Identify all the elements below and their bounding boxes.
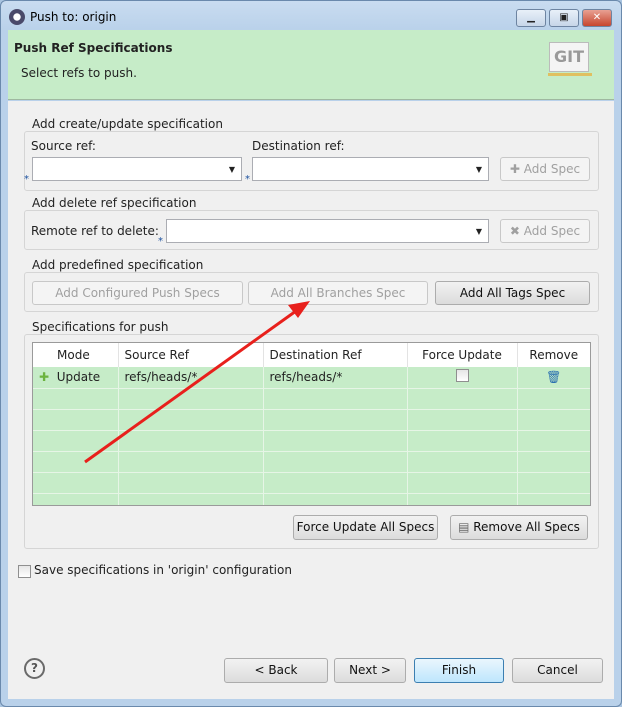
arrow-shaft xyxy=(84,309,297,464)
annotation-arrow xyxy=(84,301,310,464)
